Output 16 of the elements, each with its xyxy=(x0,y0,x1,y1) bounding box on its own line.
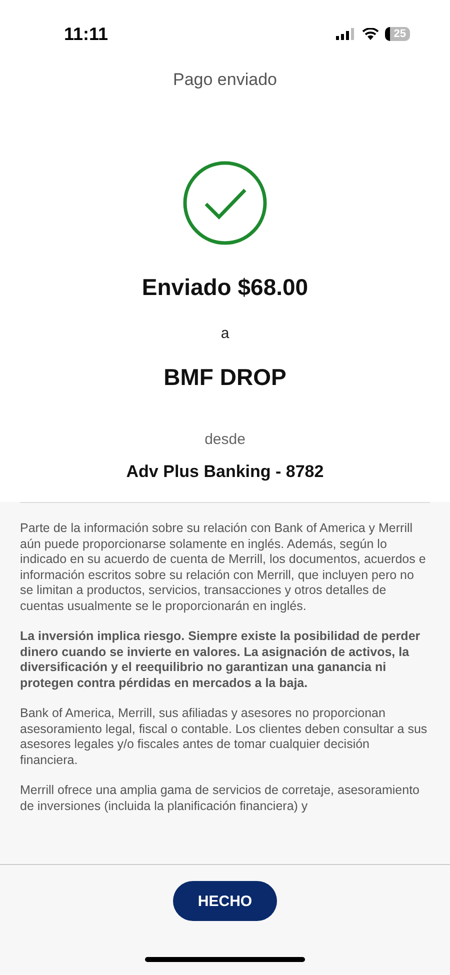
disclosure-paragraph: Bank of America, Merrill, sus afiliadas y asesores no proporcionan asesoramiento legal, fiscal o contable. Los clientes deben consultar a sus asesores legales y/o fiscales antes de tomar cualquier decisión financiera. xyxy=(20,706,428,768)
checkmark-circle-icon xyxy=(182,160,268,246)
disclosure-paragraph: La inversión implica riesgo. Siempre existe la posibilidad de perder dinero cuando se invierte en valores. La asignación de activos, la diversificación y el reequilibrio no garantizan una ganancia ni protegen contra pérdidas en mercados a la baja. xyxy=(20,629,422,691)
disclosure-paragraph: Parte de la información sobre su relación con Bank of America y Merrill aún puede proporcionarse solamente en inglés. Además, según lo indicado en su acuerdo de cuenta de Merrill, los documentos, acuerdos e información escritos sobre su relación con Merrill, que incluyen pero no se limitan a productos, servicios, transacciones y otros detalles de cuentas usualmente se le proporcionarán en inglés. xyxy=(20,521,427,614)
account-name: Adv Plus Banking - 8782 xyxy=(126,462,324,482)
status-time: 11:11 xyxy=(64,24,108,44)
signal-icon xyxy=(336,28,356,40)
disclosure-paragraph: Merrill ofrece una amplia gama de servicios de corretaje, asesoramiento de inversiones (incluida la planificación financiera) y xyxy=(20,783,420,814)
from-label: desde xyxy=(204,431,246,448)
wifi-icon xyxy=(362,28,379,40)
screen-title: Pago enviado xyxy=(173,70,277,90)
recipient-name: BMF DROP xyxy=(164,364,286,391)
done-button[interactable]: HECHO xyxy=(173,881,277,921)
connector-text: a xyxy=(220,325,230,342)
battery-level: 25 xyxy=(384,27,410,41)
amount-sent: Enviado $68.00 xyxy=(142,274,308,301)
